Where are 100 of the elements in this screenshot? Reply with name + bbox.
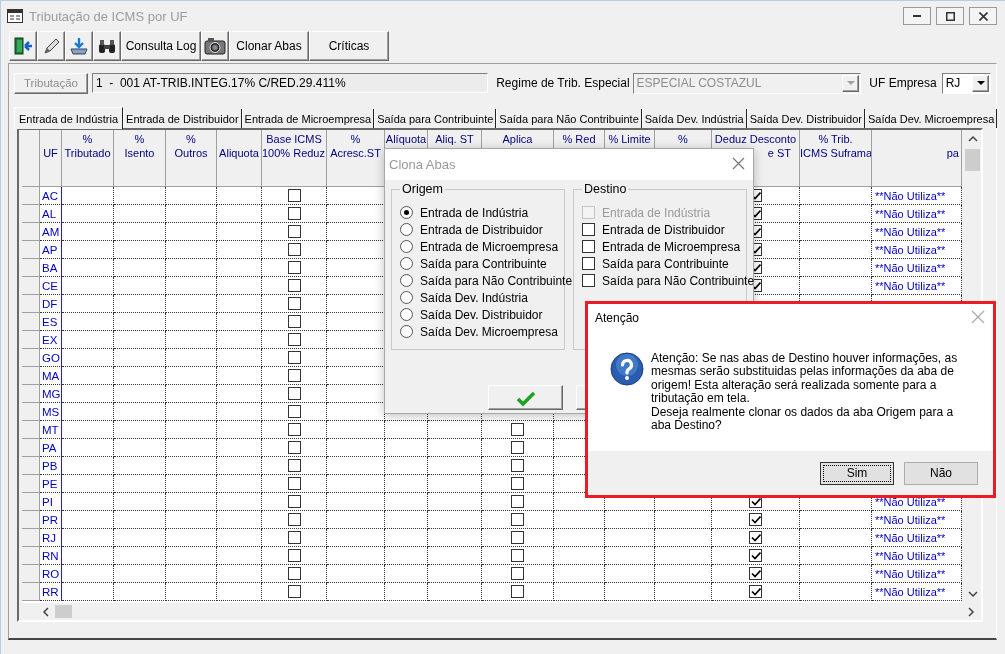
checkbox[interactable]	[749, 531, 762, 544]
option-label[interactable]: Saída para Contribuinte	[420, 256, 547, 271]
checkbox[interactable]	[287, 225, 301, 238]
option-label[interactable]: Saída Dev. Microempresa	[420, 324, 558, 339]
dialog-button[interactable]: Sim	[820, 461, 894, 485]
checkbox[interactable]	[511, 495, 524, 508]
scrollbar-thumb[interactable]	[965, 149, 980, 171]
checkbox[interactable]	[287, 423, 301, 436]
checkbox[interactable]	[582, 240, 595, 253]
download-button[interactable]	[65, 31, 93, 61]
field-label: UF Empresa	[869, 76, 937, 90]
checkbox[interactable]	[287, 477, 301, 490]
table-cell: **Não Utiliza**	[872, 259, 962, 277]
toolbar-button[interactable]: Críticas	[309, 31, 389, 61]
checkbox[interactable]	[511, 459, 524, 472]
radio-button[interactable]	[400, 291, 413, 304]
option-label[interactable]: Saída para Não Contribuinte	[602, 273, 755, 288]
tab[interactable]: Entrada de Distribuidor	[123, 109, 242, 128]
tax-code-field[interactable]: 1 - 001 AT-TRIB.INTEG.17% C/RED.29.411%	[91, 73, 489, 93]
radio-button[interactable]	[400, 257, 413, 270]
checkbox[interactable]	[287, 567, 301, 580]
column-header: % Outros	[166, 130, 217, 187]
checkbox[interactable]	[511, 441, 524, 454]
checkbox[interactable]	[749, 585, 762, 598]
checkbox[interactable]	[287, 333, 301, 346]
maximize-button[interactable]	[936, 7, 964, 25]
checkbox[interactable]	[287, 207, 301, 220]
checkbox[interactable]	[582, 274, 595, 287]
checkbox[interactable]	[287, 243, 301, 256]
checkbox[interactable]	[287, 495, 301, 508]
table-cell	[114, 277, 166, 295]
checkbox[interactable]	[287, 189, 301, 202]
checkbox[interactable]	[287, 369, 301, 382]
table-cell: MG	[40, 385, 62, 403]
option-label[interactable]: Saída Dev. Indústria	[420, 290, 528, 305]
option-label[interactable]: Entrada de Indústria	[420, 205, 529, 220]
radio-button[interactable]	[400, 325, 413, 338]
checkbox[interactable]	[582, 223, 595, 236]
state-dropdown[interactable]: RJ	[941, 72, 991, 94]
toolbar-button[interactable]: Clonar Abas	[229, 31, 309, 61]
checkbox[interactable]	[511, 513, 524, 526]
checkbox[interactable]	[287, 405, 301, 418]
toolbar-button[interactable]: Consulta Log	[121, 31, 201, 61]
radio-button[interactable]	[400, 223, 413, 236]
tab[interactable]: Entrada de Microempresa	[241, 109, 375, 128]
table-cell: RN	[40, 547, 62, 565]
tab[interactable]: Saída Dev. Distribuidor	[746, 109, 865, 128]
minimize-button[interactable]	[903, 7, 931, 25]
checkbox[interactable]	[287, 513, 301, 526]
table-cell	[114, 205, 166, 223]
checkbox[interactable]	[287, 549, 301, 562]
edit-button[interactable]	[37, 31, 65, 61]
option-label[interactable]: Saída Dev. Distribuidor	[420, 307, 543, 322]
table-cell	[62, 547, 114, 565]
scrollbar-thumb[interactable]	[55, 605, 72, 618]
search-button[interactable]	[93, 31, 121, 61]
option-label[interactable]: Entrada de Microempresa	[420, 239, 559, 254]
checkbox[interactable]	[749, 513, 762, 526]
option-label[interactable]: Saída para Não Contribuinte	[420, 273, 573, 288]
option-label[interactable]: Entrada de Microempresa	[602, 239, 741, 254]
checkbox[interactable]	[287, 261, 301, 274]
table-cell	[62, 295, 114, 313]
checkbox[interactable]	[287, 585, 301, 598]
checkbox[interactable]	[287, 279, 301, 292]
checkbox[interactable]	[511, 549, 524, 562]
checkbox[interactable]	[287, 315, 301, 328]
close-button[interactable]	[969, 7, 997, 25]
checkbox[interactable]	[511, 567, 524, 580]
checkbox[interactable]	[511, 531, 524, 544]
tab[interactable]: Saída Dev. Microempresa	[864, 109, 998, 128]
checkbox[interactable]	[511, 423, 524, 436]
checkbox[interactable]	[749, 549, 762, 562]
checkbox[interactable]	[287, 441, 301, 454]
checkbox[interactable]	[582, 257, 595, 270]
radio-button[interactable]	[400, 240, 413, 253]
checkbox[interactable]	[287, 297, 301, 310]
checkbox[interactable]	[287, 531, 301, 544]
exit-button[interactable]	[9, 31, 37, 61]
table-cell	[166, 565, 217, 583]
radio-button[interactable]	[400, 206, 413, 219]
table-cell: AP	[40, 241, 62, 259]
option-label[interactable]: Saída para Contribuinte	[602, 256, 729, 271]
checkbox[interactable]	[287, 351, 301, 364]
option-label[interactable]: Entrada de Distribuidor	[602, 222, 725, 237]
confirm-button[interactable]	[488, 385, 563, 410]
camera-button[interactable]	[201, 31, 229, 61]
tab[interactable]: Saída Dev. Indústria	[641, 109, 747, 128]
radio-button[interactable]	[400, 274, 413, 287]
checkbox[interactable]	[511, 585, 524, 598]
option-label[interactable]: Entrada de Distribuidor	[420, 222, 543, 237]
tab[interactable]: Saída para Não Contribuinte	[496, 109, 642, 128]
checkbox[interactable]	[287, 459, 301, 472]
tab[interactable]: Entrada de Indústria	[14, 107, 124, 129]
dialog-button[interactable]: Não	[904, 461, 978, 485]
checkbox[interactable]	[511, 477, 524, 490]
checkbox[interactable]	[749, 567, 762, 580]
radio-button[interactable]	[400, 308, 413, 321]
chevron-up-icon	[967, 135, 978, 142]
tab[interactable]: Saída para Contribuinte	[374, 109, 497, 128]
checkbox[interactable]	[287, 387, 301, 400]
